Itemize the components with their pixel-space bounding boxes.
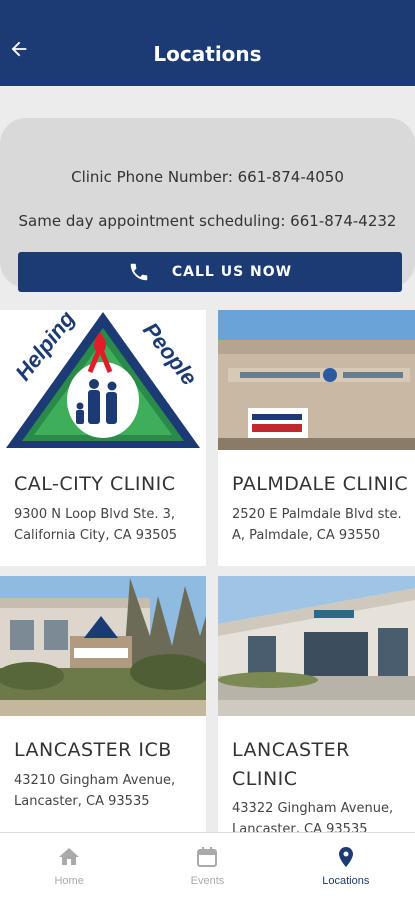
home-icon xyxy=(59,848,80,865)
call-button-label: CALL US NOW xyxy=(171,264,293,280)
location-name: LANCASTER ICB xyxy=(14,739,172,761)
location-card-lancaster-clinic[interactable]: LANCASTER CLINIC 43322 Gingham Avenue, L… xyxy=(218,576,415,832)
location-pin-icon xyxy=(338,847,353,867)
location-name: CAL-CITY CLINIC xyxy=(14,473,176,495)
location-name: PALMDALE CLINIC xyxy=(232,473,409,495)
location-address: 2520 E Palmdale Blvd ste. A, Palmdale, C… xyxy=(232,507,402,543)
calendar-icon xyxy=(197,847,218,867)
location-card-cal-city[interactable]: Helping People CAL-CITY CLINIC 9300 N Lo… xyxy=(0,310,206,566)
scheduling-phone-text: Same day appointment scheduling: 661-874… xyxy=(18,212,397,230)
bottom-navigation: Home Events Locations xyxy=(0,832,415,900)
location-card-lancaster-icb[interactable]: LANCASTER ICB 43210 Gingham Avenue, Lanc… xyxy=(0,576,206,832)
lancaster-icb-photo xyxy=(0,576,206,716)
helping-people-logo: Helping People xyxy=(0,310,206,450)
lancaster-clinic-photo xyxy=(218,576,415,716)
location-address: 43210 Gingham Avenue, Lancaster, CA 9353… xyxy=(14,773,176,809)
nav-label: Locations xyxy=(322,875,370,887)
phone-icon xyxy=(130,263,148,281)
main-content[interactable]: Clinic Phone Number: 661-874-4050 Same d… xyxy=(0,86,415,832)
palmdale-clinic-photo xyxy=(218,310,415,450)
clinic-phone-text: Clinic Phone Number: 661-874-4050 xyxy=(71,168,344,186)
nav-home[interactable]: Home xyxy=(0,833,138,900)
nav-locations[interactable]: Locations xyxy=(277,833,415,900)
location-address: 43322 Gingham Avenue, Lancaster, CA 9353… xyxy=(232,801,394,832)
call-us-now-button[interactable]: CALL US NOW xyxy=(18,252,402,292)
nav-events[interactable]: Events xyxy=(138,833,276,900)
nav-label: Home xyxy=(54,875,84,887)
nav-label: Events xyxy=(190,875,225,887)
location-card-palmdale[interactable]: PALMDALE CLINIC 2520 E Palmdale Blvd ste… xyxy=(218,310,415,566)
page-title: Locations xyxy=(153,42,262,66)
app-bar: Locations xyxy=(0,0,415,86)
location-name: LANCASTER CLINIC xyxy=(232,739,350,790)
location-address: 9300 N Loop Blvd Ste. 3, California City… xyxy=(14,507,178,543)
contact-info-card: Clinic Phone Number: 661-874-4050 Same d… xyxy=(0,118,415,292)
